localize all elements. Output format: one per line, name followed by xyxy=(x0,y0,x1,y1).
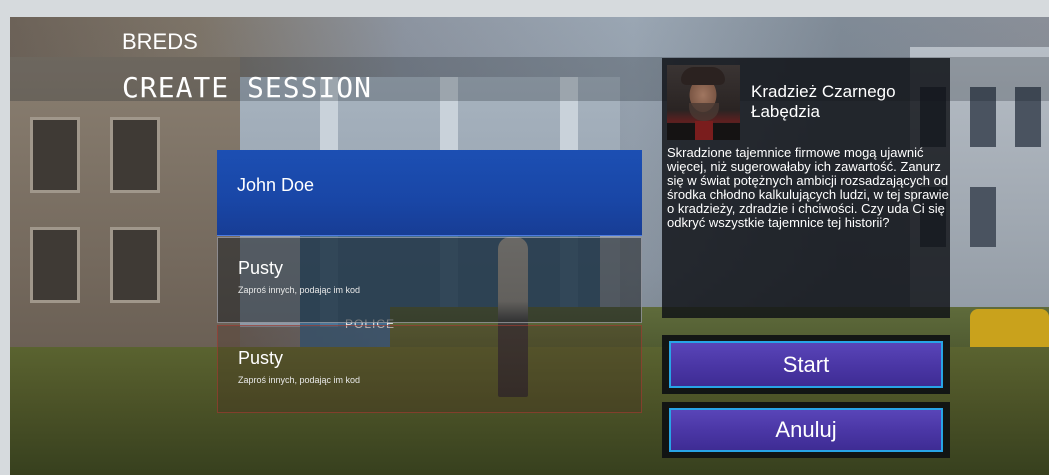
page-title: CREATE SESSION xyxy=(122,71,373,104)
start-button-container: Start xyxy=(662,335,950,394)
player-slot-3[interactable]: Pusty Zaproś innych, podając im kod xyxy=(217,325,642,413)
player-slot-name: Pusty xyxy=(238,348,284,368)
start-button[interactable]: Start xyxy=(669,341,943,388)
player-slot-2[interactable]: Pusty Zaproś innych, podając im kod xyxy=(217,237,642,323)
player-slot-1[interactable]: John Doe xyxy=(217,150,642,236)
portrait-shirt xyxy=(695,121,713,140)
portrait-hair xyxy=(681,67,725,85)
story-info-panel: Kradzież Czarnego Łabędzia Skradzione ta… xyxy=(662,58,950,318)
cancel-button-container: Anuluj xyxy=(662,402,950,458)
building-window xyxy=(110,117,160,193)
player-slot-hint: Zaproś innych, podając im kod xyxy=(238,375,361,385)
story-description: Skradzione tajemnice firmowe mogą ujawni… xyxy=(667,145,949,230)
game-viewport: POLICE BREDS CREATE SESSION John Doe Pus… xyxy=(10,17,1049,475)
building-window xyxy=(30,117,80,193)
building-window xyxy=(30,227,80,303)
player-slot-hint: Zaproś innych, podając im kod xyxy=(238,285,361,295)
character-portrait xyxy=(667,65,740,140)
portrait-beard xyxy=(689,103,719,121)
building-window xyxy=(970,187,996,247)
app-frame: POLICE BREDS CREATE SESSION John Doe Pus… xyxy=(0,0,1049,475)
player-slot-name: John Doe xyxy=(237,175,315,195)
building-window xyxy=(110,227,160,303)
brand-label: BREDS xyxy=(122,29,198,54)
cancel-button[interactable]: Anuluj xyxy=(669,408,943,452)
story-title: Kradzież Czarnego Łabędzia xyxy=(751,82,896,121)
player-slot-name: Pusty xyxy=(238,258,284,278)
